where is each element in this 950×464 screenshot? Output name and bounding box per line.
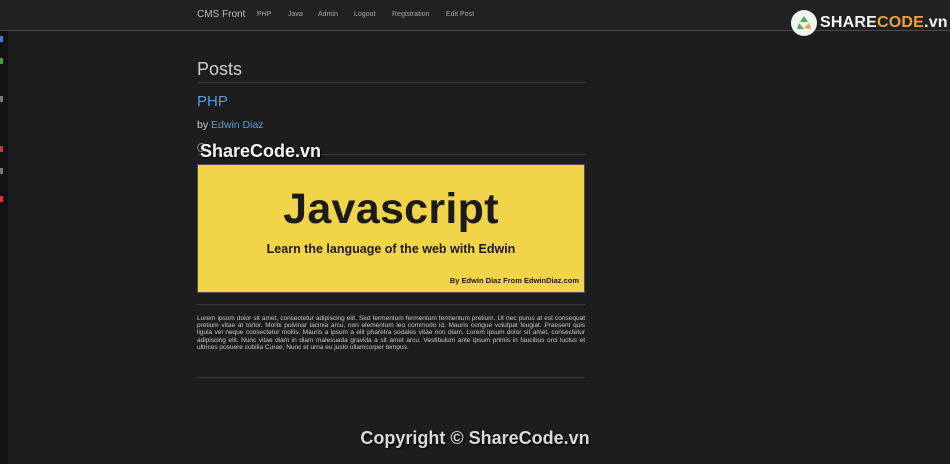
by-label: by	[197, 119, 209, 131]
nav-item-registration[interactable]: Registration	[392, 11, 429, 18]
main-content: Posts PHP by Edwin Diaz Javascript Learn…	[197, 56, 585, 379]
post-excerpt: Lorem ipsum dolor sit amet, consectetur …	[197, 315, 585, 351]
page-title: Posts	[197, 59, 243, 79]
copyright-watermark: Copyright © ShareCode.vn	[360, 428, 590, 448]
image-headline: Javascript	[283, 185, 499, 233]
nav-brand[interactable]: CMS Front	[197, 9, 245, 20]
image-divider	[197, 304, 585, 305]
image-credit: By Edwin Diaz From EdwinDiaz.com	[449, 276, 579, 285]
logo-share: SHARE	[820, 14, 878, 31]
nav-item-edit-post[interactable]: Edit Post	[446, 11, 474, 18]
post-title-link[interactable]: PHP	[197, 93, 228, 110]
left-edge-strip	[0, 0, 8, 464]
logo-domain: .vn	[924, 14, 948, 31]
title-divider	[197, 82, 585, 83]
post-title: PHP	[197, 92, 585, 112]
recycle-icon	[791, 10, 817, 36]
author-link[interactable]: Edwin Diaz	[211, 119, 264, 131]
nav-item-php[interactable]: PHP	[257, 11, 271, 18]
image-tagline: Learn the language of the web with Edwin	[266, 242, 516, 256]
logo-text: SHARECODE.vn	[820, 14, 948, 32]
logo-code: CODE	[877, 14, 925, 31]
nav-item-admin[interactable]: Admin	[318, 11, 338, 18]
post-image[interactable]: Javascript Learn the language of the web…	[197, 164, 585, 293]
post-end-divider	[197, 377, 585, 379]
nav-item-logout[interactable]: Logout	[354, 11, 375, 18]
nav-item-java[interactable]: Java	[288, 11, 303, 18]
sharecode-logo: SHARECODE.vn	[791, 10, 948, 36]
watermark-overlay: ShareCode.vn	[200, 141, 322, 161]
post-byline: by Edwin Diaz	[197, 118, 585, 132]
